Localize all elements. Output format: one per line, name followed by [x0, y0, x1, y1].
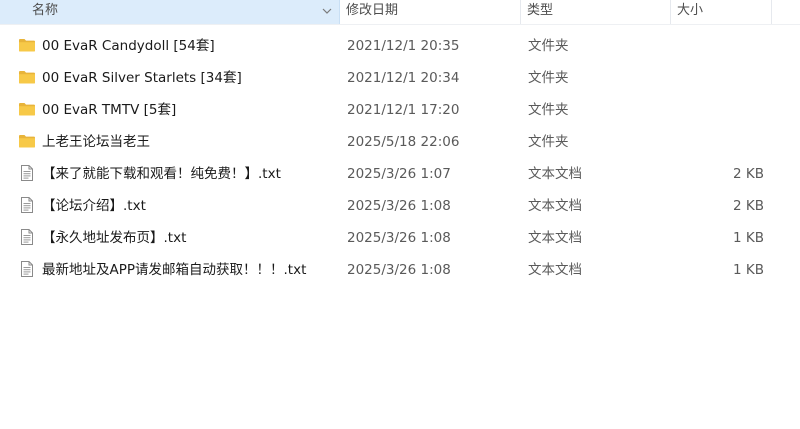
file-date: 2021/12/1 20:35 [347, 38, 460, 54]
file-type: 文本文档 [528, 166, 582, 182]
file-name: 最新地址及APP请发邮箱自动获取！！！.txt [42, 262, 307, 278]
file-type: 文本文档 [528, 262, 582, 278]
column-header-row: 名称 修改日期 类型 大小 [0, 0, 800, 25]
file-name-cell: 00 EvaR Candydoll [54套] [18, 30, 338, 62]
file-date: 2025/3/26 1:08 [347, 198, 451, 214]
folder-icon [19, 135, 35, 148]
column-header-type[interactable]: 类型 [521, 0, 671, 24]
text-file-icon [21, 229, 33, 245]
file-name: 【永久地址发布页】.txt [42, 230, 187, 246]
file-row[interactable]: 00 EvaR Candydoll [54套] 2021/12/1 20:35 … [0, 30, 800, 62]
text-file-icon [21, 261, 33, 277]
file-row[interactable]: 【论坛介绍】.txt 2025/3/26 1:08 文本文档 2 KB [0, 190, 800, 222]
file-name: 【来了就能下载和观看！纯免费！】.txt [42, 166, 281, 182]
text-file-icon [21, 165, 33, 181]
column-header-size[interactable]: 大小 [671, 0, 772, 24]
file-date: 2021/12/1 20:34 [347, 70, 460, 86]
file-row[interactable]: 上老王论坛当老王 2025/5/18 22:06 文件夹 [0, 126, 800, 158]
file-size: 1 KB [733, 230, 764, 246]
file-size [672, 62, 764, 94]
column-header-size-label: 大小 [677, 3, 704, 18]
file-explorer: 名称 修改日期 类型 大小 00 EvaR Candydoll [54套] 20… [0, 0, 800, 429]
file-name-cell: 上老王论坛当老王 [18, 126, 338, 158]
file-name: 00 EvaR Silver Starlets [34套] [42, 70, 242, 86]
file-row[interactable]: 最新地址及APP请发邮箱自动获取！！！.txt 2025/3/26 1:08 文… [0, 254, 800, 286]
chevron-down-icon[interactable] [320, 4, 334, 18]
file-type: 文件夹 [528, 38, 569, 54]
file-row[interactable]: 【来了就能下载和观看！纯免费！】.txt 2025/3/26 1:07 文本文档… [0, 158, 800, 190]
file-type: 文件夹 [528, 134, 569, 150]
column-header-name[interactable]: 名称 [0, 0, 340, 24]
column-header-name-label: 名称 [32, 3, 59, 18]
file-name-cell: 【论坛介绍】.txt [18, 190, 338, 222]
text-file-icon [21, 197, 33, 213]
column-header-date[interactable]: 修改日期 [340, 0, 521, 24]
file-row[interactable]: 00 EvaR TMTV [5套] 2021/12/1 17:20 文件夹 [0, 94, 800, 126]
file-date: 2025/3/26 1:08 [347, 262, 451, 278]
column-header-type-label: 类型 [527, 3, 554, 18]
file-name-cell: 最新地址及APP请发邮箱自动获取！！！.txt [18, 254, 338, 286]
file-name: 00 EvaR TMTV [5套] [42, 102, 177, 118]
file-name-cell: 【永久地址发布页】.txt [18, 222, 338, 254]
folder-icon [19, 39, 35, 52]
file-date: 2021/12/1 17:20 [347, 102, 460, 118]
file-size: 2 KB [733, 198, 764, 214]
file-size [672, 30, 764, 62]
file-name-cell: 【来了就能下载和观看！纯免费！】.txt [18, 158, 338, 190]
folder-icon [19, 71, 35, 84]
file-date: 2025/3/26 1:07 [347, 166, 451, 182]
file-row[interactable]: 00 EvaR Silver Starlets [34套] 2021/12/1 … [0, 62, 800, 94]
file-name: 00 EvaR Candydoll [54套] [42, 38, 215, 54]
file-size: 1 KB [733, 262, 764, 278]
file-name-cell: 00 EvaR TMTV [5套] [18, 94, 338, 126]
folder-icon [19, 103, 35, 116]
file-type: 文本文档 [528, 230, 582, 246]
file-size: 2 KB [733, 166, 764, 182]
file-size [672, 94, 764, 126]
file-type: 文本文档 [528, 198, 582, 214]
file-name: 【论坛介绍】.txt [42, 198, 146, 214]
file-date: 2025/5/18 22:06 [347, 134, 460, 150]
file-date: 2025/3/26 1:08 [347, 230, 451, 246]
column-header-date-label: 修改日期 [346, 3, 399, 18]
file-name-cell: 00 EvaR Silver Starlets [34套] [18, 62, 338, 94]
file-type: 文件夹 [528, 102, 569, 118]
file-size [672, 126, 764, 158]
file-type: 文件夹 [528, 70, 569, 86]
file-row[interactable]: 【永久地址发布页】.txt 2025/3/26 1:08 文本文档 1 KB [0, 222, 800, 254]
file-list: 00 EvaR Candydoll [54套] 2021/12/1 20:35 … [0, 30, 800, 286]
file-name: 上老王论坛当老王 [42, 134, 150, 150]
